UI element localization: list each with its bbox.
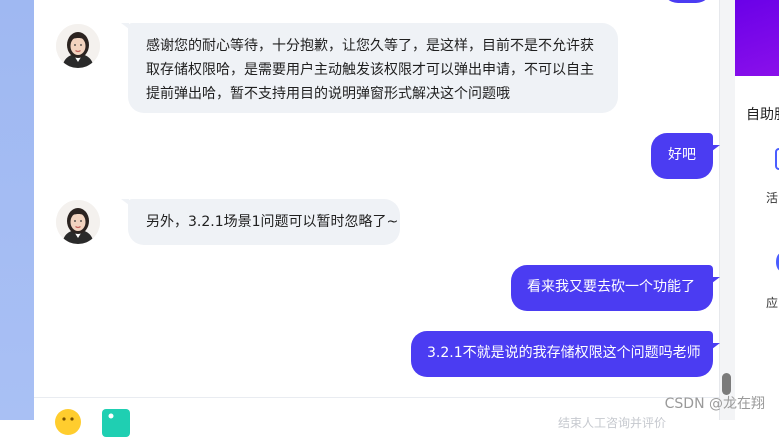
end-consultation-link[interactable]: 结束人工咨询并评价 xyxy=(558,414,666,431)
page-backdrop xyxy=(0,0,34,420)
side-item-label-activity[interactable]: 活 xyxy=(766,189,778,206)
emoji-icon[interactable] xyxy=(54,408,82,436)
chat-scrollbar-thumb[interactable] xyxy=(722,373,731,395)
message-bubble-incoming: 另外，3.2.1场景1问题可以暂时忽略了~ xyxy=(128,199,400,245)
bubble-tail xyxy=(712,277,720,283)
message-bubble-incoming: 感谢您的耐心等待，十分抱歉，让您久等了，是这样，目前不是不允许获取存储权限哈，是… xyxy=(128,23,618,113)
agent-avatar-icon xyxy=(56,24,100,68)
message-bubble-outgoing: 好吧 xyxy=(651,133,713,179)
message-bubble-outgoing: 3.2.1不就是说的我存储权限这个问题吗老师 xyxy=(411,331,713,377)
message-bubble-outgoing: 看来我又要去砍一个功能了 xyxy=(511,265,713,311)
agent-avatar xyxy=(56,200,100,244)
self-service-title: 自助服 xyxy=(746,107,779,123)
chat-scrollbar[interactable] xyxy=(719,0,735,420)
self-service-banner xyxy=(734,0,779,76)
bubble-tail xyxy=(712,343,720,349)
agent-avatar xyxy=(56,24,100,68)
activity-icon[interactable] xyxy=(775,148,779,170)
agent-avatar-icon xyxy=(56,200,100,244)
image-upload-icon[interactable] xyxy=(102,409,130,437)
watermark: CSDN @龙在翔 xyxy=(664,396,765,412)
bubble-tail xyxy=(712,145,720,151)
side-item-label-app[interactable]: 应 xyxy=(766,294,778,311)
